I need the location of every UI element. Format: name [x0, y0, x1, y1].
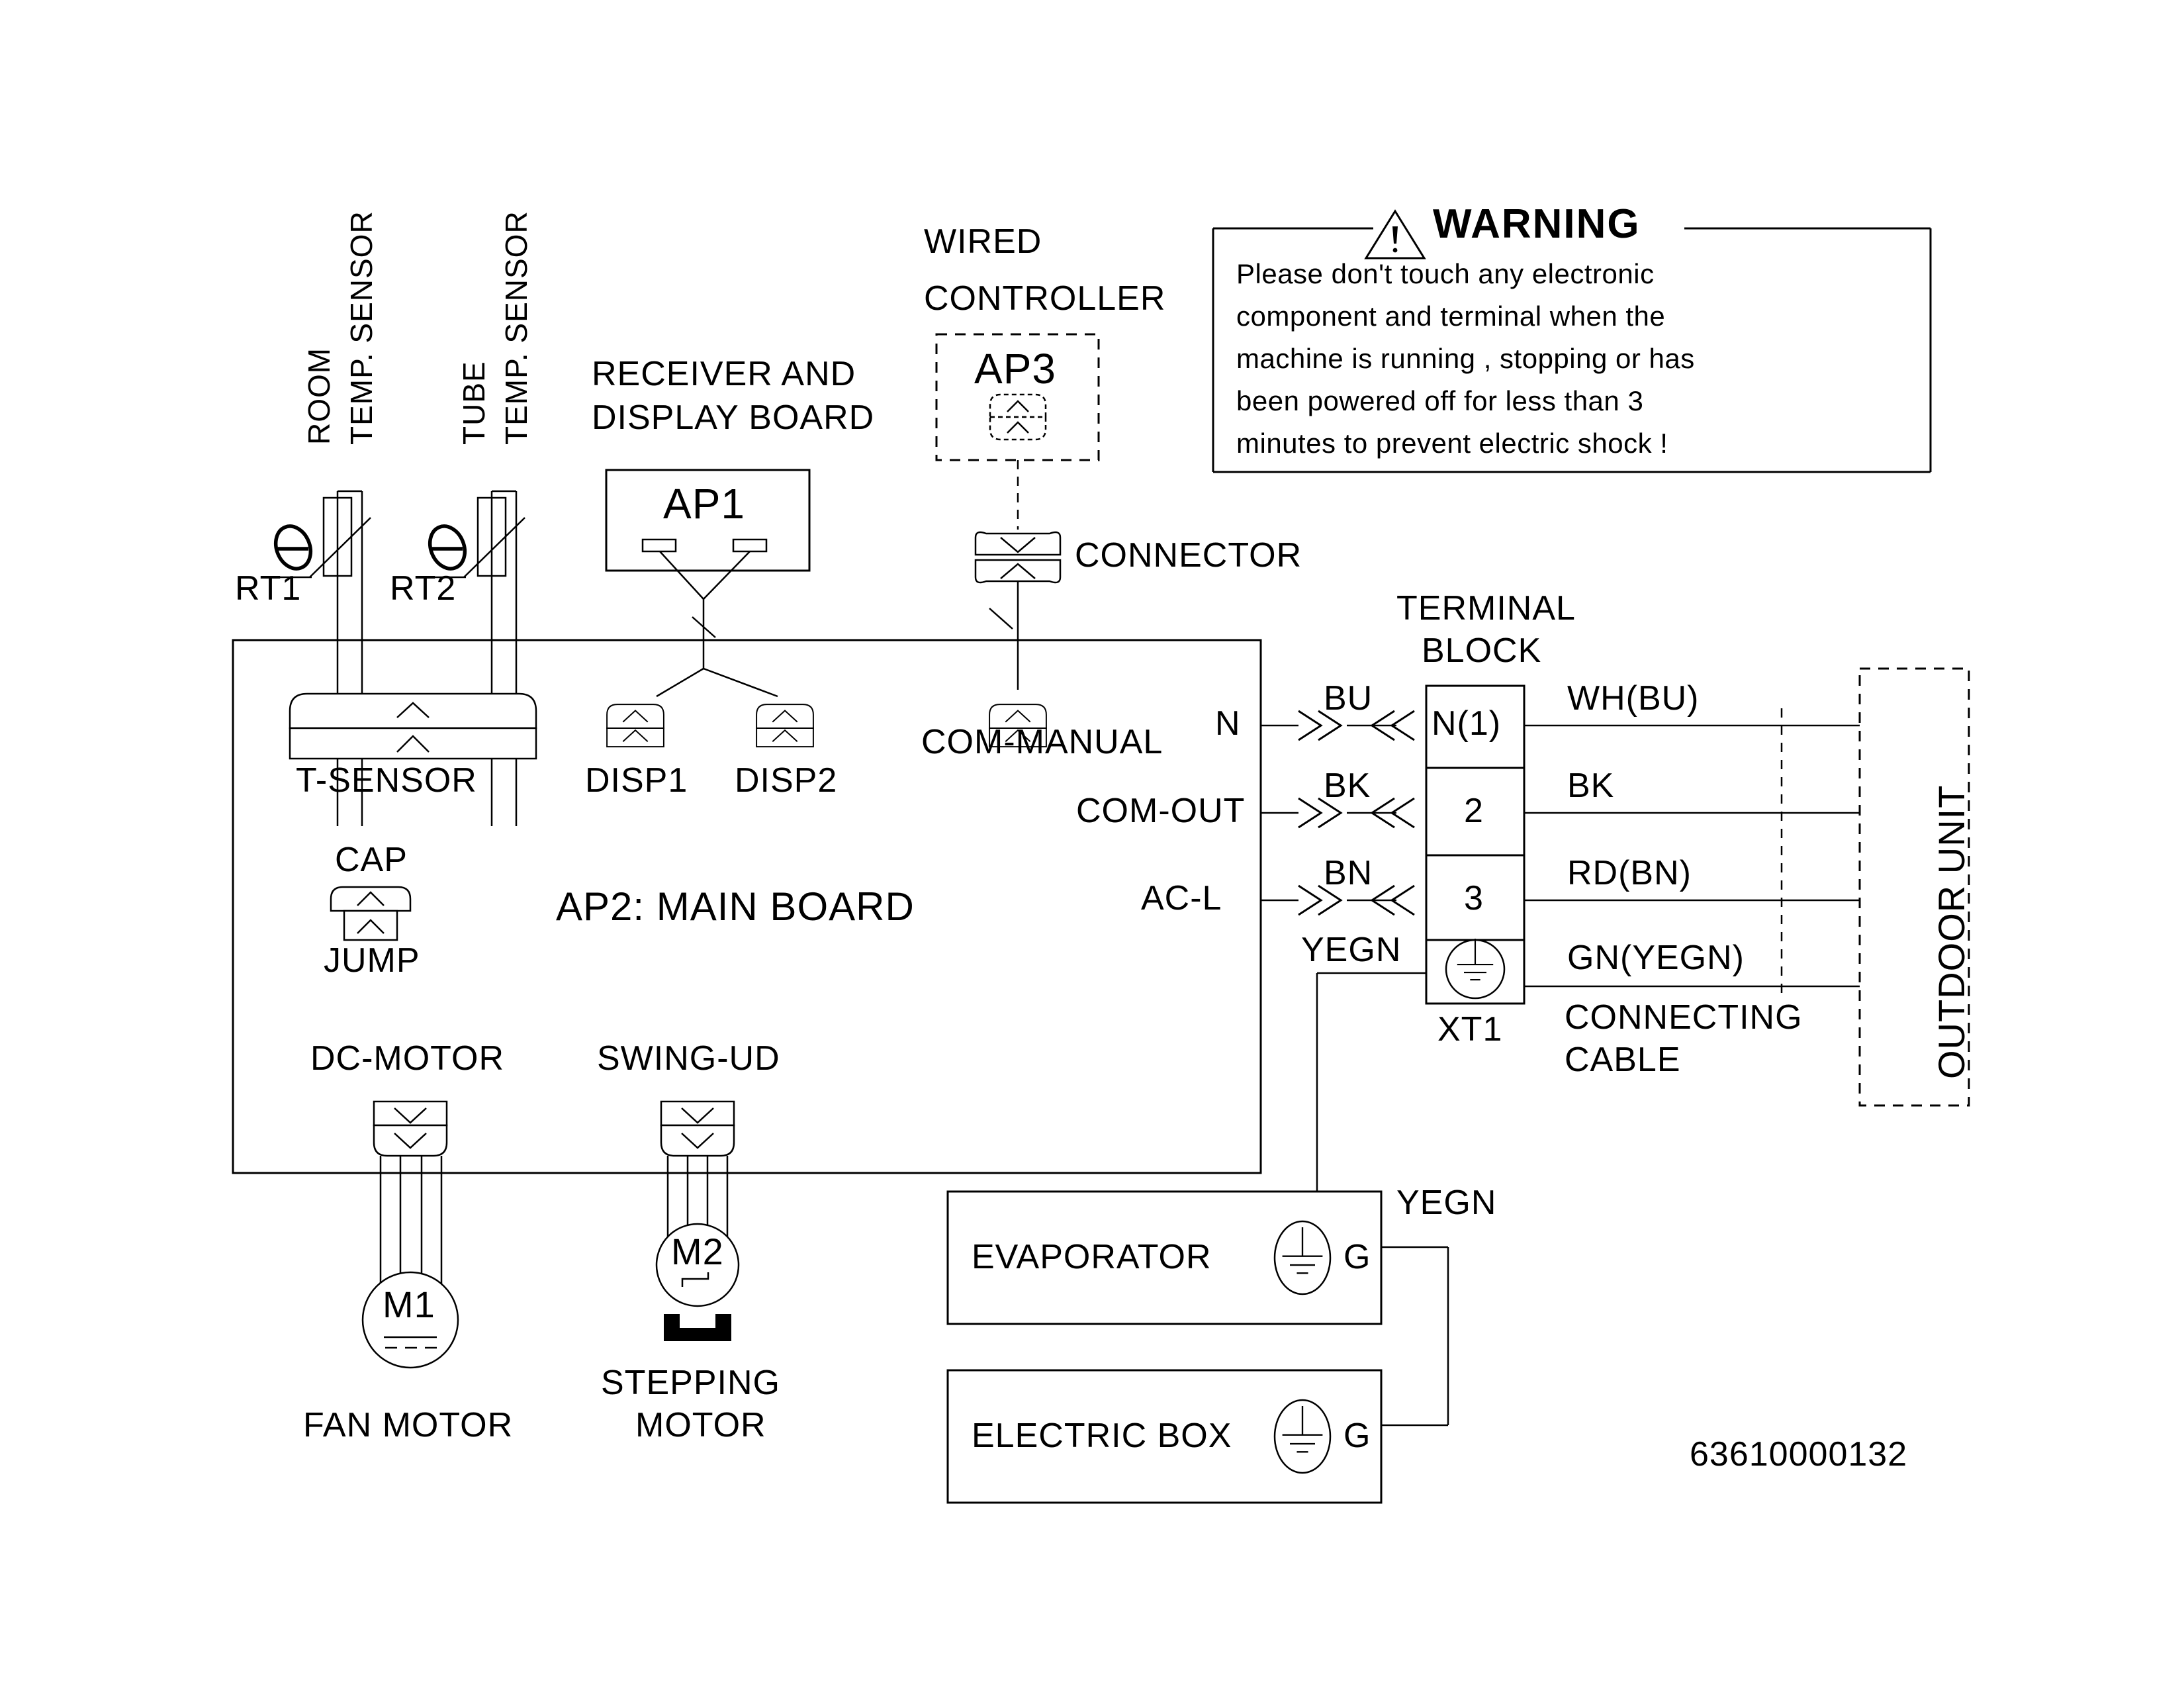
swing-ud-connector-symbol [660, 1100, 735, 1157]
connector-symbol [974, 531, 1062, 584]
stepping-motor-label-line2: MOTOR [635, 1406, 766, 1444]
warning-title: WARNING [1433, 201, 1641, 247]
cable-wire-label-bk: BK [1567, 767, 1615, 805]
terminal-block-caption-line2: BLOCK [1422, 632, 1542, 670]
terminal-n1-label: N(1) [1432, 704, 1502, 743]
dc-motor-label: DC-MOTOR [310, 1039, 505, 1078]
receiver-board-caption-line2: DISPLAY BOARD [592, 399, 875, 437]
wire-label-yegn-left: YEGN [1301, 931, 1402, 969]
disp2-label: DISP2 [735, 761, 838, 800]
cable-wire-label-gn-yegn: GN(YEGN) [1567, 939, 1745, 977]
wired-controller-caption-line2: CONTROLLER [924, 279, 1166, 318]
outdoor-unit-label: OUTDOOR UNIT [1931, 784, 1972, 1079]
fan-motor-symbol-label: M1 [383, 1284, 435, 1325]
rt2-sensor-symbol [428, 496, 525, 579]
main-board-title: AP2: MAIN BOARD [556, 884, 915, 929]
t-sensor-label: T-SENSOR [296, 761, 477, 800]
terminal-2-label: 2 [1464, 792, 1484, 830]
wire-label-bu: BU [1324, 679, 1373, 718]
warning-line-2: component and terminal when the [1236, 301, 1666, 332]
part-number-label: 63610000132 [1690, 1435, 1908, 1474]
receiver-board-caption-line1: RECEIVER AND [592, 355, 856, 393]
swing-ud-label: SWING-UD [597, 1039, 780, 1078]
ap1-id-label: AP1 [663, 480, 745, 528]
ap1-pad-right [732, 538, 768, 553]
evaporator-terminal-label: G [1343, 1238, 1371, 1276]
rt1-sensor-symbol [273, 496, 371, 579]
com-manual-label: COM-MANUAL [921, 723, 1163, 761]
rt2-label: RT2 [390, 569, 457, 608]
warning-line-3: machine is running , stopping or has [1236, 343, 1695, 374]
disp2-connector-symbol [756, 704, 814, 748]
cable-wire-label-wh-bu: WH(BU) [1567, 679, 1700, 718]
warning-line-4: been powered off for less than 3 [1236, 385, 1644, 416]
wire-label-bk: BK [1324, 767, 1371, 805]
warning-line-5: minutes to prevent electric shock ! [1236, 428, 1668, 459]
room-sensor-caption-line2: TEMP. SENSOR [344, 211, 379, 445]
t-sensor-connector-symbol [289, 692, 537, 760]
yegn-ground-label: YEGN [1396, 1184, 1497, 1222]
disp1-connector-symbol [606, 704, 664, 748]
terminal-block-caption-line1: TERMINAL [1396, 589, 1576, 628]
room-sensor-caption-line1: ROOM [302, 347, 336, 445]
main-board-terminal-n: N [1215, 704, 1241, 743]
cable-wire-label-rd-bn: RD(BN) [1567, 854, 1692, 892]
wire-label-bn: BN [1324, 854, 1373, 892]
main-board-terminal-com-out: COM-OUT [1076, 792, 1246, 830]
tube-sensor-caption-line1: TUBE [457, 361, 491, 445]
ap1-harness [656, 551, 778, 698]
electric-box-terminal-label: G [1343, 1417, 1371, 1455]
tube-sensor-caption-line2: TEMP. SENSOR [499, 211, 533, 445]
rt1-label: RT1 [235, 569, 302, 608]
cap-label: CAP [335, 841, 408, 879]
jump-label: JUMP [324, 941, 420, 980]
terminal-3-label: 3 [1464, 879, 1484, 917]
connector-label: CONNECTOR [1075, 536, 1302, 575]
connector-drop-wire [989, 581, 1019, 690]
warning-line-1: Please don't touch any electronic [1236, 258, 1655, 289]
stepping-motor-bracket [664, 1314, 731, 1341]
ap3-internal-connector-symbol [989, 393, 1047, 441]
wiring-diagram-canvas: WARNING Please don't touch any electroni… [0, 0, 2184, 1688]
ap1-pad-left [641, 538, 677, 553]
ap3-id-label: AP3 [974, 345, 1056, 393]
cap-jump-connector-symbol [330, 886, 412, 941]
evaporator-label: EVAPORATOR [972, 1238, 1212, 1276]
electric-box-label: ELECTRIC BOX [972, 1417, 1232, 1455]
dc-motor-connector-symbol [373, 1100, 448, 1157]
connecting-cable-label-line2: CABLE [1565, 1041, 1681, 1079]
stepping-motor-label-line1: STEPPING [601, 1364, 780, 1402]
stepping-motor-symbol-label: M2 [671, 1231, 724, 1272]
connecting-cable-label-line1: CONNECTING [1565, 998, 1803, 1037]
xt1-label: XT1 [1437, 1010, 1503, 1049]
fan-motor-label: FAN MOTOR [303, 1406, 514, 1444]
main-board-terminal-ac-l: AC-L [1141, 879, 1222, 917]
disp1-label: DISP1 [585, 761, 688, 800]
wired-controller-caption-line1: WIRED [924, 222, 1042, 261]
